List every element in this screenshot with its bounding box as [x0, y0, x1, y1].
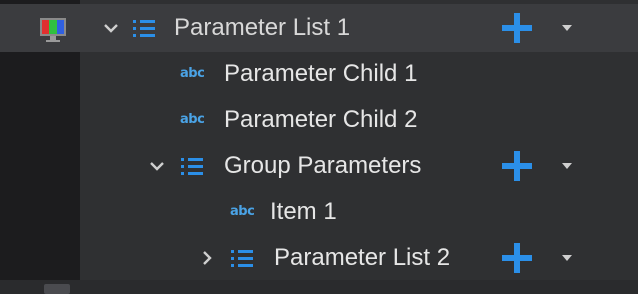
dropdown-caret-icon[interactable] — [560, 159, 574, 173]
next-row-partial — [0, 280, 638, 294]
tree-row-label: Parameter Child 1 — [224, 60, 418, 87]
chevron-down-icon[interactable] — [98, 15, 124, 41]
tree-row-label: Parameter Child 2 — [224, 106, 418, 133]
tree-row-parameter-child-1[interactable]: abc Parameter Child 1 — [0, 50, 630, 98]
monitor-icon[interactable] — [38, 16, 68, 44]
chevron-right-icon[interactable] — [194, 245, 220, 271]
tree-row-label: Parameter List 2 — [274, 244, 451, 271]
plus-icon — [502, 243, 532, 273]
tree-row-group-parameters[interactable]: Group Parameters — [0, 142, 630, 190]
dropdown-caret-icon[interactable] — [560, 21, 574, 35]
abc-icon: abc — [180, 66, 205, 81]
dropdown-caret-icon[interactable] — [560, 251, 574, 265]
tree-row-label: Parameter List 1 — [174, 14, 351, 41]
list-icon — [133, 20, 155, 37]
abc-icon: abc — [180, 112, 205, 127]
chevron-down-icon[interactable] — [144, 153, 170, 179]
partial-icon — [44, 284, 70, 294]
tree-row-label: Item 1 — [270, 198, 337, 225]
plus-icon — [502, 151, 532, 181]
tree-row-parameter-list-1[interactable]: Parameter List 1 — [0, 4, 638, 52]
tree-row-parameter-list-2[interactable]: Parameter List 2 — [0, 234, 630, 282]
add-parameter-button[interactable] — [500, 241, 534, 275]
tree-row-parameter-child-2[interactable]: abc Parameter Child 2 — [0, 96, 630, 144]
add-parameter-button[interactable] — [500, 149, 534, 183]
abc-icon: abc — [230, 204, 255, 219]
tree-row-label: Group Parameters — [224, 152, 422, 179]
plus-icon — [502, 13, 532, 43]
list-icon — [231, 250, 253, 267]
tree-row-item-1[interactable]: abc Item 1 — [0, 188, 630, 236]
add-parameter-button[interactable] — [500, 11, 534, 45]
list-icon — [181, 158, 203, 175]
